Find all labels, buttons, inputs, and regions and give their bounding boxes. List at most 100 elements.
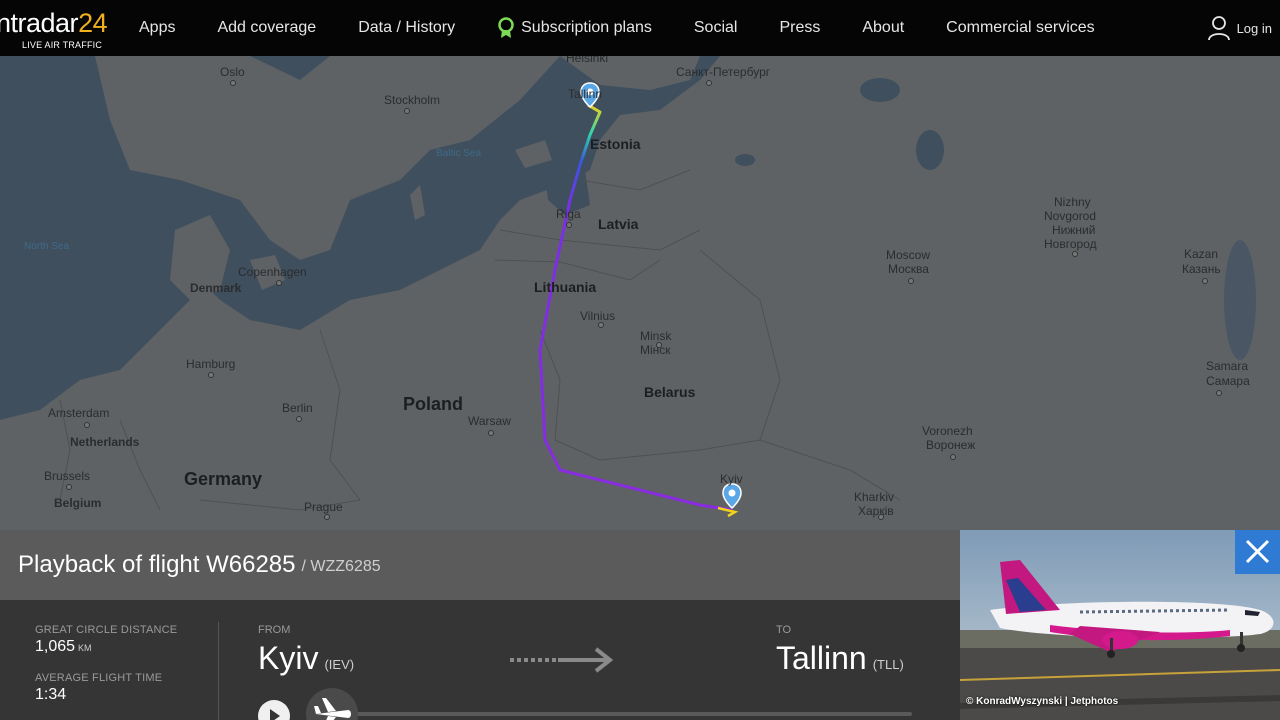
city-dot	[656, 342, 662, 348]
aircraft-photo[interactable]	[960, 530, 1280, 720]
city-dot	[1072, 251, 1078, 257]
map-label: Казань	[1182, 262, 1221, 276]
flight-path-line	[538, 103, 733, 512]
map-label: Kazan	[1184, 247, 1219, 261]
city-dot	[66, 484, 72, 490]
destination-city: Tallinn (TLL)	[776, 640, 904, 676]
map-label: Oslo	[220, 65, 245, 79]
to-label: TO	[776, 624, 792, 636]
photo-credit: © KonradWyszynski | Jetphotos	[966, 696, 1119, 707]
map-label: Baltic Sea	[436, 148, 482, 159]
map-label: Riga	[556, 207, 581, 221]
city-dot	[404, 108, 410, 114]
nav-add-coverage[interactable]: Add coverage	[196, 0, 337, 56]
map-label: Latvia	[598, 216, 639, 232]
nav-apps[interactable]: Apps	[118, 0, 196, 56]
map-label: Samara	[1206, 359, 1249, 373]
city-dot	[878, 514, 884, 520]
distance-label: GREAT CIRCLE DISTANCE	[35, 624, 178, 636]
map-label: Stockholm	[384, 93, 441, 107]
map-label: Vilnius	[580, 309, 616, 323]
city-dot	[208, 372, 214, 378]
kyiv-airport-marker[interactable]	[722, 483, 742, 509]
map-label: Belarus	[644, 384, 696, 400]
map-label: Berlin	[282, 401, 313, 415]
origin-city: Kyiv (IEV)	[258, 640, 355, 676]
logo-tagline: LIVE AIR TRAFFIC	[22, 40, 103, 50]
main-nav: Apps Add coverage Data / History Subscri…	[118, 0, 1116, 56]
nav-subscription-plans[interactable]: Subscription plans	[476, 0, 673, 56]
callsign: / WZZ6285	[301, 558, 381, 575]
map-label: Kyiv	[720, 472, 743, 486]
route-arrow-icon	[510, 647, 614, 673]
map-label: Харків	[858, 504, 894, 518]
city-dot	[84, 422, 90, 428]
map-label: Netherlands	[70, 435, 140, 449]
city-dot	[566, 222, 572, 228]
nav-social[interactable]: Social	[673, 0, 759, 56]
user-icon	[1207, 16, 1230, 41]
map-label: Belgium	[54, 496, 102, 510]
map-label: Copenhagen	[238, 265, 307, 279]
flight-map[interactable]: Helsinki Санкт-Петербург Oslo Stockholm …	[0, 56, 1280, 536]
map-label: Estonia	[590, 136, 641, 152]
map-label: Poland	[403, 394, 464, 414]
map-label: Hamburg	[186, 357, 236, 371]
map-label: Prague	[304, 500, 343, 514]
flight-time-label: AVERAGE FLIGHT TIME	[35, 672, 163, 684]
aircraft-image	[960, 530, 1280, 720]
brand-logo[interactable]: ntradar24 LIVE AIR TRAFFIC	[0, 0, 118, 56]
city-dot	[1216, 390, 1222, 396]
map-label: Moscow	[886, 248, 931, 262]
logo-wordmark: ntradar24	[0, 8, 108, 38]
close-photo-button[interactable]	[1235, 530, 1280, 574]
map-label: Novgorod	[1044, 209, 1097, 223]
city-dot	[908, 278, 914, 284]
map-label: Germany	[184, 469, 263, 489]
map-label: Kharkiv	[854, 490, 895, 504]
city-dot	[296, 416, 302, 422]
map-label: Воронеж	[926, 438, 976, 452]
city-dot	[706, 80, 712, 86]
city-dot	[488, 430, 494, 436]
close-icon	[1245, 539, 1270, 564]
map-label: Самара	[1206, 374, 1250, 388]
nav-commercial-services[interactable]: Commercial services	[925, 0, 1115, 56]
map-label: Нижний	[1052, 223, 1096, 237]
top-navbar: ntradar24 LIVE AIR TRAFFIC Apps Add cove…	[0, 0, 1280, 56]
playback-header: Playback of flight W66285 / WZZ6285	[0, 530, 960, 600]
city-dot	[950, 454, 956, 460]
nav-press[interactable]: Press	[758, 0, 841, 56]
divider	[218, 622, 219, 720]
map-label: Tallinn	[568, 87, 603, 101]
map-label: Nizhny	[1054, 195, 1091, 209]
map-label: Amsterdam	[48, 406, 110, 420]
map-label: North Sea	[24, 241, 70, 252]
map-label: Helsinki	[566, 56, 609, 65]
city-dot	[598, 322, 604, 328]
login-button[interactable]: Log in	[1207, 0, 1272, 56]
playback-title: Playback of flight W66285	[18, 551, 296, 578]
map-label: Voronezh	[922, 424, 973, 438]
award-ribbon-icon	[498, 17, 514, 38]
flight-time-value: 1:34	[35, 686, 67, 703]
timeline-scrubber[interactable]	[306, 688, 358, 720]
map-label: Denmark	[190, 281, 242, 295]
distance-value: 1,065 KM	[35, 638, 92, 655]
map-label: Brussels	[44, 469, 91, 483]
city-dot	[324, 514, 330, 520]
map-label: Lithuania	[534, 279, 597, 295]
map-label: Minsk	[640, 329, 672, 343]
map-label: Warsaw	[468, 414, 511, 428]
flightradar-app: ntradar24 LIVE AIR TRAFFIC Apps Add cove…	[0, 0, 1280, 720]
city-dot	[276, 280, 282, 286]
from-label: FROM	[258, 624, 291, 636]
playback-timeline[interactable]	[340, 712, 912, 716]
map-label: Санкт-Петербург	[676, 65, 771, 79]
city-dot	[230, 80, 236, 86]
city-dot	[1202, 278, 1208, 284]
flight-track	[538, 103, 739, 518]
airplane-icon	[314, 698, 351, 720]
nav-about[interactable]: About	[841, 0, 925, 56]
nav-data-history[interactable]: Data / History	[337, 0, 476, 56]
